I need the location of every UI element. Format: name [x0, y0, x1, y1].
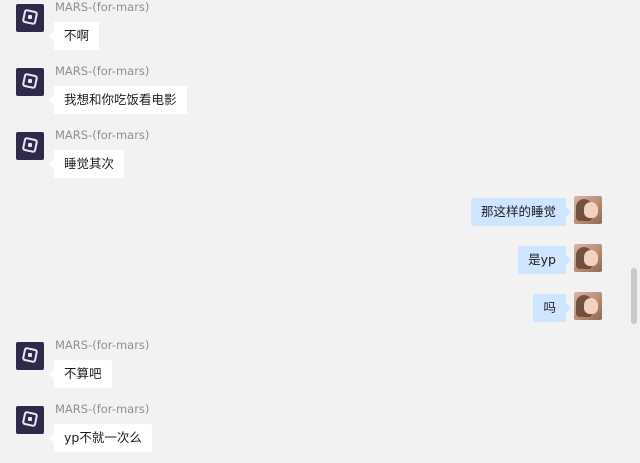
avatar[interactable] — [16, 68, 44, 96]
avatar[interactable] — [574, 196, 602, 224]
chat-panel: MARS-(for-mars) 不啊 MARS-(for-mars) 我想和你吃… — [0, 0, 640, 463]
avatar[interactable] — [16, 132, 44, 160]
avatar[interactable] — [16, 406, 44, 434]
message-bubble[interactable]: yp不就一次么 — [49, 424, 152, 452]
scrollbar[interactable] — [631, 268, 637, 324]
message-bubble[interactable]: 不算吧 — [49, 360, 112, 388]
sender-name: MARS-(for-mars) — [55, 64, 150, 78]
message-bubble[interactable]: 那这样的睡觉 — [470, 198, 572, 226]
user-avatar-face — [584, 202, 598, 218]
message-bubble[interactable]: 我想和你吃饭看电影 — [49, 86, 187, 114]
sender-name: MARS-(for-mars) — [55, 402, 150, 416]
mars-logo-icon — [21, 410, 39, 428]
avatar[interactable] — [574, 244, 602, 272]
sender-name: MARS-(for-mars) — [55, 0, 150, 14]
avatar[interactable] — [16, 342, 44, 370]
avatar[interactable] — [16, 4, 44, 32]
sender-name: MARS-(for-mars) — [55, 128, 150, 142]
user-avatar-face — [584, 250, 598, 266]
mars-logo-icon — [21, 72, 39, 90]
message-bubble[interactable]: 吗 — [533, 294, 571, 322]
message-bubble[interactable]: 是yp — [518, 246, 571, 274]
message-bubble[interactable]: 不啊 — [48, 22, 100, 50]
sender-name: MARS-(for-mars) — [55, 338, 150, 352]
user-avatar-face — [584, 298, 598, 314]
avatar[interactable] — [574, 292, 602, 320]
message-bubble[interactable]: 睡觉其次 — [48, 150, 125, 178]
mars-logo-icon — [21, 8, 39, 26]
mars-logo-icon — [21, 346, 39, 364]
mars-logo-icon — [21, 136, 39, 154]
